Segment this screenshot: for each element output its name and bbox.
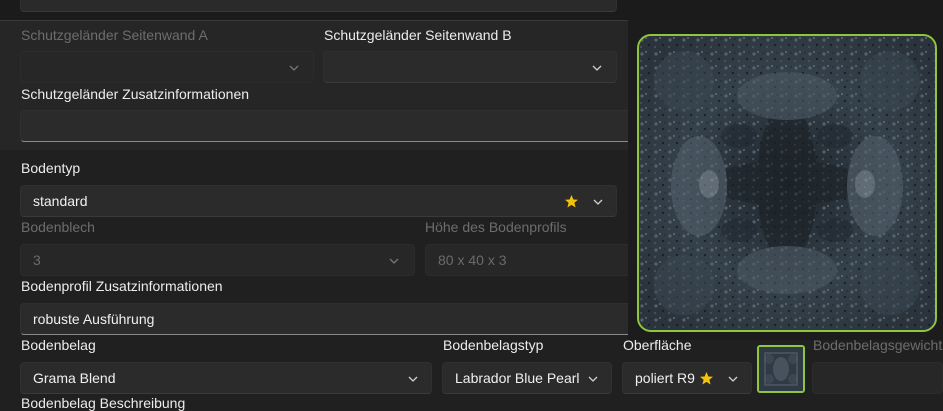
floor-type-value: standard xyxy=(33,193,88,209)
star-icon xyxy=(565,195,578,208)
material-preview xyxy=(637,34,937,332)
floor-covering-weight-input[interactable] xyxy=(812,362,943,394)
surface-value: poliert R9 xyxy=(635,370,695,386)
divider xyxy=(0,20,628,21)
granite-texture-image xyxy=(639,36,935,330)
floor-sheet-label: Bodenblech xyxy=(21,219,95,235)
floor-profile-height-value: 80 x 40 x 3 xyxy=(438,252,507,268)
floor-sheet-select[interactable]: 3 xyxy=(20,244,415,276)
guard-wall-b-select[interactable] xyxy=(323,51,617,83)
chevron-down-icon xyxy=(289,65,299,71)
chevron-down-icon xyxy=(408,376,418,382)
floor-covering-select[interactable]: Grama Blend xyxy=(20,362,432,394)
floor-sheet-value: 3 xyxy=(33,252,41,268)
floor-covering-desc-label: Bodenbelag Beschreibung xyxy=(21,395,186,411)
surface-select[interactable]: poliert R9 xyxy=(622,362,752,394)
guard-wall-a-label: Schutzgeländer Seitenwand A xyxy=(21,27,208,43)
floor-profile-height-label: Höhe des Bodenprofils xyxy=(425,219,567,235)
floor-type-label: Bodentyp xyxy=(21,160,81,176)
floor-profile-info-value: robuste Ausführung xyxy=(33,311,155,327)
floor-covering-type-select[interactable]: Labrador Blue Pearl xyxy=(442,362,612,394)
floor-covering-type-value: Labrador Blue Pearl xyxy=(455,370,580,386)
guard-info-input[interactable] xyxy=(20,110,640,142)
chevron-down-icon xyxy=(588,376,598,382)
granite-swatch-image xyxy=(759,347,803,391)
floor-covering-value: Grama Blend xyxy=(33,370,116,386)
floor-profile-info-input[interactable]: robuste Ausführung xyxy=(20,303,640,335)
guard-info-label: Schutzgeländer Zusatzinformationen xyxy=(21,86,250,102)
star-icon xyxy=(700,372,713,385)
floor-covering-label: Bodenbelag xyxy=(21,337,96,353)
chevron-down-icon xyxy=(389,258,399,264)
floor-profile-info-label: Bodenprofil Zusatzinformationen xyxy=(21,278,223,294)
material-thumbnail[interactable] xyxy=(757,345,805,393)
chevron-down-icon xyxy=(592,65,602,71)
floor-covering-type-label: Bodenbelagstyp xyxy=(443,337,544,353)
guard-wall-a-select[interactable] xyxy=(20,51,314,83)
floor-profile-height-input[interactable]: 80 x 40 x 3 xyxy=(425,244,640,276)
guard-wall-b-label: Schutzgeländer Seitenwand B xyxy=(324,27,512,43)
chevron-down-icon xyxy=(593,199,603,205)
chevron-down-icon xyxy=(728,376,738,382)
floor-type-select[interactable]: standard xyxy=(20,185,617,217)
top-field[interactable] xyxy=(20,0,617,12)
